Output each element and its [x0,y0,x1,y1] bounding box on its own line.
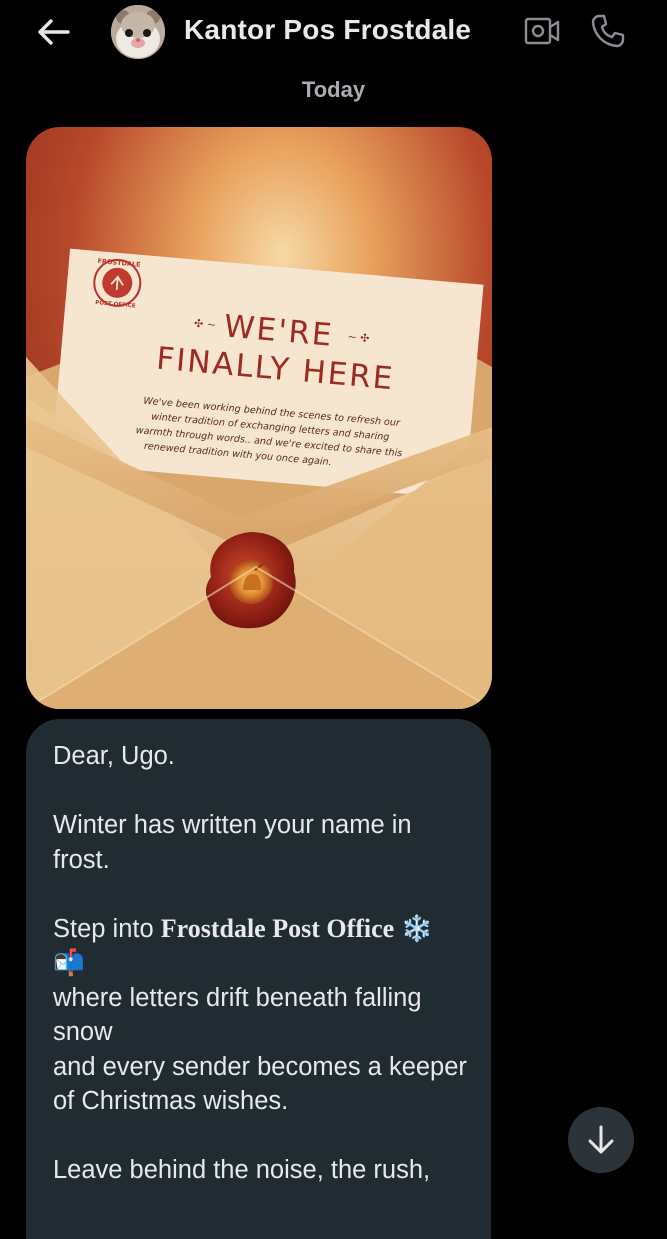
arrow-down-icon [588,1125,614,1154]
video-call-icon [524,17,560,45]
paragraph-3: Leave behind the noise, the rush, [53,1156,431,1184]
avatar[interactable] [111,5,165,59]
hamster-avatar-icon [111,5,165,59]
phone-icon [591,14,625,48]
paragraph-1: Winter has written your name in frost. [53,811,412,874]
back-button[interactable] [36,18,70,46]
chat-header: Kantor Pos Frostdale [0,0,667,70]
snowflake-emoji: ❄️ [401,914,434,943]
wax-seal [205,532,296,629]
envelope-letter-image: FROSTDALE POST OFFICE ✣ ~ ~ ✣ WE'RE FINA… [26,127,492,709]
paragraph-2-prefix: Step into [53,914,161,943]
voice-call-button[interactable] [590,13,626,49]
video-call-button[interactable] [524,15,560,47]
scroll-to-bottom-button[interactable] [568,1107,634,1173]
contact-name[interactable]: Kantor Pos Frostdale [184,14,471,46]
post-office-name: Frostdale Post Office [160,913,395,943]
arrow-left-icon [38,19,70,45]
date-separator: Today [301,77,366,102]
svg-text:~ ✣: ~ ✣ [347,330,370,345]
paragraph-2-rest: where letters drift beneath falling snow… [53,983,467,1116]
media-image-card[interactable]: FROSTDALE POST OFFICE ✣ ~ ~ ✣ WE'RE FINA… [26,127,492,709]
greeting: Dear, Ugo. [53,742,175,770]
svg-text:✣ ~: ✣ ~ [194,317,217,332]
mailbox-emoji: 📬 [53,949,85,977]
message-text: Dear, Ugo. Winter has written your name … [53,739,473,1188]
